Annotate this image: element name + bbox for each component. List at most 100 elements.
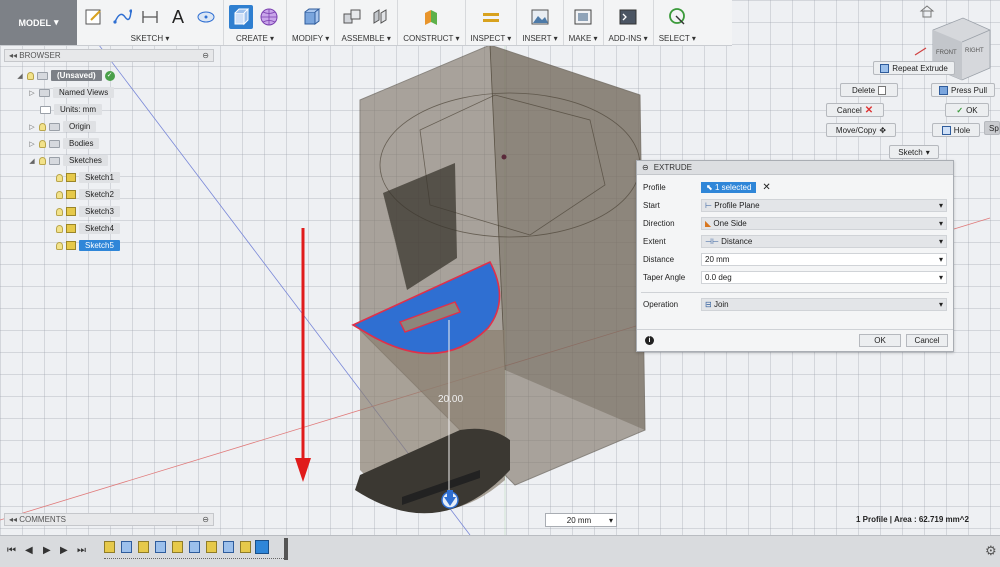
play-icon[interactable]: ▶︎ xyxy=(43,545,51,556)
operation-select[interactable]: ⊟ Join ▾ xyxy=(701,298,947,311)
toolbar-group-modify[interactable]: MODIFY ▾ xyxy=(287,0,336,45)
tree-item-sketch1[interactable]: Sketch1 xyxy=(56,171,120,184)
ellipse-icon[interactable] xyxy=(194,5,218,29)
visibility-bulb-icon[interactable] xyxy=(56,241,63,250)
press-pull-icon[interactable] xyxy=(299,5,323,29)
3d-print-icon[interactable] xyxy=(571,5,595,29)
dialog-header[interactable]: ⊖ EXTRUDE xyxy=(637,161,953,175)
timeline-sketch-item[interactable] xyxy=(206,541,217,553)
visibility-bulb-icon[interactable] xyxy=(39,139,46,148)
visibility-bulb-icon[interactable] xyxy=(27,71,34,80)
measure-icon[interactable] xyxy=(479,5,503,29)
select-icon[interactable] xyxy=(665,5,689,29)
joint-icon[interactable] xyxy=(368,5,392,29)
distance-input[interactable]: 20 mm ▾ xyxy=(701,253,947,266)
repeat-extrude-button[interactable]: Repeat Extrude xyxy=(873,61,955,75)
timeline-marker[interactable] xyxy=(284,538,288,560)
tree-item-bodies[interactable]: ▷ Bodies xyxy=(28,137,100,150)
toolbar-group-create[interactable]: CREATE ▾ xyxy=(224,0,287,45)
insert-image-icon[interactable] xyxy=(528,5,552,29)
step-forward-icon[interactable]: ▶︎ xyxy=(60,545,68,556)
toolbar-group-construct[interactable]: CONSTRUCT ▾ xyxy=(398,0,466,45)
tree-root[interactable]: ◢ (Unsaved) ✓ xyxy=(16,69,115,82)
toolbar-group-make[interactable]: MAKE ▾ xyxy=(564,0,604,45)
scripts-icon[interactable] xyxy=(616,5,640,29)
toolbar-group-insert[interactable]: INSERT ▾ xyxy=(517,0,564,45)
graphics-viewport[interactable]: 20.00 FRONT RIGHT MODEL ▾ A SKETCH ▾ CRE… xyxy=(0,0,1000,535)
visibility-bulb-icon[interactable] xyxy=(39,122,46,131)
distance-input-box[interactable]: 20 mm ▾ xyxy=(545,513,617,527)
comments-panel-header[interactable]: ◂◂ COMMENTS ⊖ xyxy=(4,513,214,526)
truncated-button[interactable]: Sp xyxy=(984,121,1000,135)
gear-icon[interactable]: ⚙ xyxy=(985,543,997,559)
press-pull-button[interactable]: Press Pull xyxy=(931,83,995,97)
clear-selection-icon[interactable]: ✕ xyxy=(762,182,770,193)
toolbar-group-assemble[interactable]: ASSEMBLE ▾ xyxy=(335,0,399,45)
toolbar-group-addins[interactable]: ADD-INS ▾ xyxy=(604,0,654,45)
form-icon[interactable] xyxy=(257,5,281,29)
cancel-button[interactable]: Cancel xyxy=(906,334,948,347)
tree-item-origin[interactable]: ▷ Origin xyxy=(28,120,97,133)
visibility-bulb-icon[interactable] xyxy=(56,173,63,182)
collapse-arrow-icon[interactable]: ◂◂ xyxy=(9,515,17,524)
spline-icon[interactable] xyxy=(110,5,134,29)
tree-item-sketches[interactable]: ◢ Sketches xyxy=(28,154,108,167)
direction-select[interactable]: ◣ One Side ▾ xyxy=(701,217,947,230)
start-select[interactable]: ⊢ Profile Plane ▾ xyxy=(701,199,947,212)
hole-button[interactable]: Hole xyxy=(932,123,980,137)
toolbar-group-inspect[interactable]: INSPECT ▾ xyxy=(466,0,518,45)
timeline-sketch-item[interactable] xyxy=(240,541,251,553)
visibility-bulb-icon[interactable] xyxy=(56,224,63,233)
extent-select[interactable]: ⊣⊢ Distance ▾ xyxy=(701,235,947,248)
collapse-icon[interactable]: ⊖ xyxy=(642,163,649,172)
timeline-extrude-item[interactable] xyxy=(189,541,200,553)
extrude-icon[interactable] xyxy=(229,5,253,29)
check-circle-icon[interactable]: ✓ xyxy=(104,70,115,81)
go-to-start-icon[interactable]: ⏮ xyxy=(7,545,16,556)
profile-selection[interactable]: ⬉ 1 selected xyxy=(701,182,757,193)
text-icon[interactable]: A xyxy=(166,5,190,29)
step-back-icon[interactable]: ◀︎ xyxy=(25,545,33,556)
timeline-sketch-item[interactable] xyxy=(138,541,149,553)
timeline-current-item[interactable] xyxy=(255,540,269,554)
go-to-end-icon[interactable]: ⏭ xyxy=(77,545,86,556)
delete-button[interactable]: Delete xyxy=(840,83,898,97)
timeline-extrude-item[interactable] xyxy=(155,541,166,553)
create-sketch-icon[interactable] xyxy=(82,5,106,29)
ok-button[interactable]: OK xyxy=(859,334,901,347)
expand-arrow-icon[interactable]: ◢ xyxy=(28,157,36,165)
tree-item-named-views[interactable]: ▷ Named Views xyxy=(28,86,115,99)
tree-item-sketch2[interactable]: Sketch2 xyxy=(56,188,120,201)
tree-item-sketch5[interactable]: Sketch5 xyxy=(56,239,120,252)
expand-arrow-icon[interactable]: ▷ xyxy=(28,123,36,131)
visibility-bulb-icon[interactable] xyxy=(56,190,63,199)
panel-toggle-icon[interactable]: ⊖ xyxy=(202,515,209,524)
timeline-extrude-item[interactable] xyxy=(121,541,132,553)
dimension-icon[interactable] xyxy=(138,5,162,29)
timeline-sketch-item[interactable] xyxy=(172,541,183,553)
panel-toggle-icon[interactable]: ⊖ xyxy=(202,51,209,60)
offset-plane-icon[interactable] xyxy=(419,5,443,29)
tree-item-units[interactable]: Units: mm xyxy=(40,103,102,116)
tree-item-sketch3[interactable]: Sketch3 xyxy=(56,205,120,218)
expand-arrow-icon[interactable]: ◢ xyxy=(16,72,24,80)
workspace-switcher[interactable]: MODEL ▾ xyxy=(0,0,77,45)
visibility-bulb-icon[interactable] xyxy=(39,156,46,165)
expand-arrow-icon[interactable]: ▷ xyxy=(28,140,36,148)
sketch-dropdown-button[interactable]: Sketch ▾ xyxy=(889,145,939,159)
timeline-extrude-item[interactable] xyxy=(223,541,234,553)
visibility-bulb-icon[interactable] xyxy=(56,207,63,216)
tree-item-sketch4[interactable]: Sketch4 xyxy=(56,222,120,235)
timeline-sketch-item[interactable] xyxy=(104,541,115,553)
ok-quick-button[interactable]: ✓ OK xyxy=(945,103,989,117)
move-copy-button[interactable]: Move/Copy ✥ xyxy=(826,123,896,137)
home-icon[interactable] xyxy=(919,5,935,18)
taper-angle-input[interactable]: 0.0 deg ▾ xyxy=(701,271,947,284)
collapse-arrow-icon[interactable]: ◂◂ xyxy=(9,51,17,60)
component-icon[interactable] xyxy=(340,5,364,29)
toolbar-group-sketch[interactable]: A SKETCH ▾ xyxy=(77,0,224,45)
cancel-quick-button[interactable]: Cancel ✕ xyxy=(826,103,884,117)
info-icon[interactable]: i xyxy=(645,336,654,345)
browser-panel-header[interactable]: ◂◂ BROWSER ⊖ xyxy=(4,49,214,62)
toolbar-group-select[interactable]: SELECT ▾ xyxy=(654,0,701,45)
